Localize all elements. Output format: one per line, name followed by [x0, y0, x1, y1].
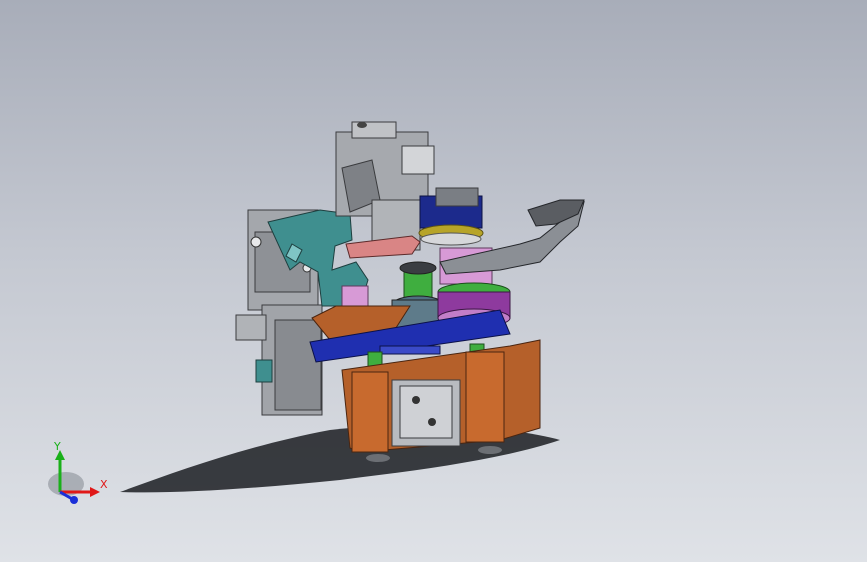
- salmon-finger: [345, 235, 421, 259]
- coordinate-triad: Y X: [40, 440, 120, 510]
- y-axis-label: Y: [54, 440, 61, 453]
- x-axis-label: X: [100, 478, 108, 491]
- cad-viewport[interactable]: Y X: [0, 0, 867, 562]
- triad-graphic: [48, 450, 100, 504]
- navy-cap-assembly: [418, 187, 484, 246]
- cad-model-drawing[interactable]: [0, 0, 867, 562]
